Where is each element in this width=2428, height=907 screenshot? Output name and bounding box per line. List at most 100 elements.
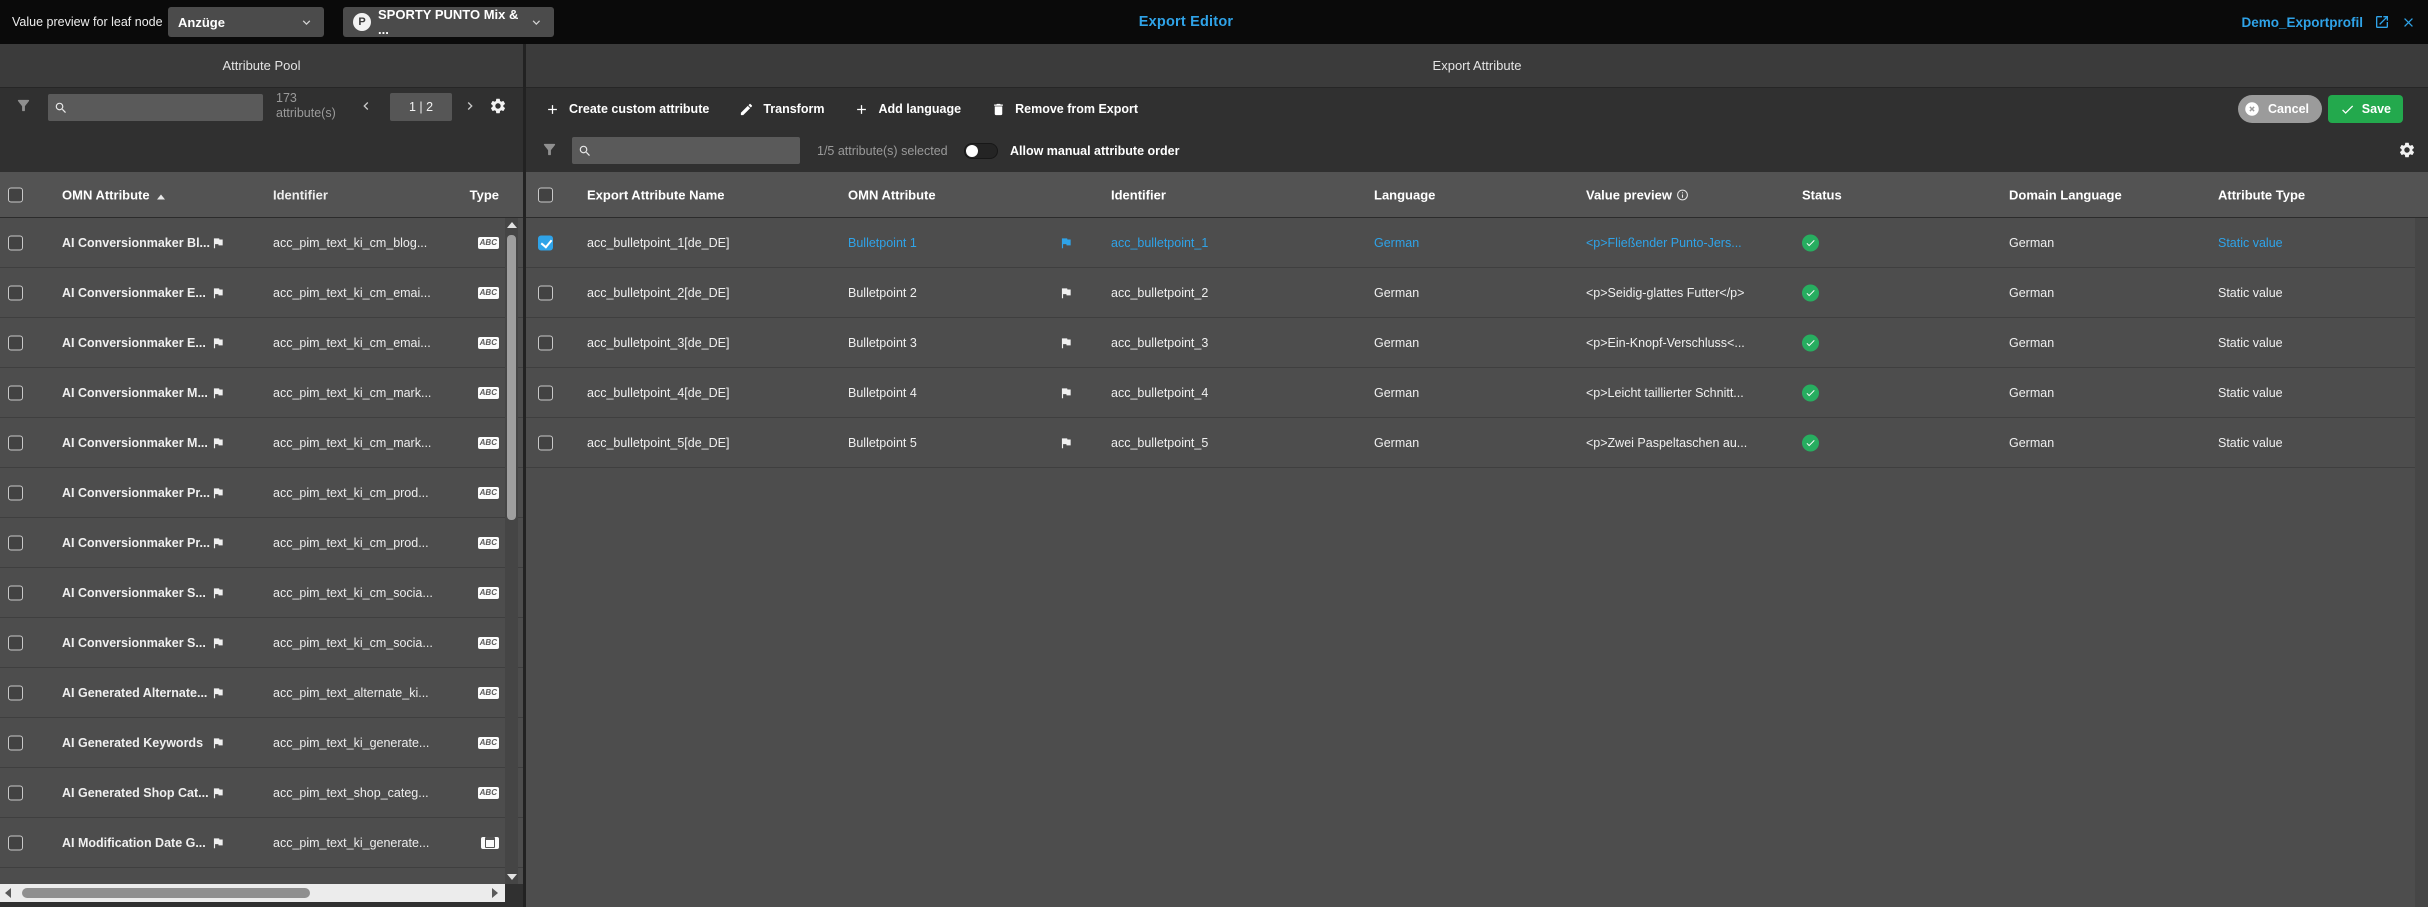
cancel-button[interactable]: Cancel (2238, 95, 2322, 123)
column-type[interactable]: Type (470, 187, 499, 202)
column-domain-language[interactable]: Domain Language (2009, 187, 2122, 202)
page-next-icon[interactable] (462, 98, 478, 114)
column-identifier[interactable]: Identifier (1111, 187, 1166, 202)
row-checkbox[interactable] (8, 285, 23, 300)
gear-icon[interactable] (489, 97, 507, 115)
column-status[interactable]: Status (1802, 187, 1842, 202)
manual-order-toggle[interactable] (964, 143, 998, 159)
export-attribute-row[interactable]: acc_bulletpoint_5[de_DE] Bulletpoint 5 a… (526, 418, 2428, 468)
scroll-right-icon[interactable] (492, 888, 498, 898)
export-attribute-row[interactable]: acc_bulletpoint_1[de_DE] Bulletpoint 1 a… (526, 218, 2428, 268)
column-value-preview[interactable]: Value preview (1586, 187, 1689, 202)
row-checkbox[interactable] (8, 385, 23, 400)
plus-icon (545, 102, 560, 117)
add-language-button[interactable]: Add language (854, 102, 961, 117)
horizontal-scrollbar[interactable] (0, 884, 505, 902)
attribute-pool-row[interactable]: AI Conversionmaker Pr... acc_pim_text_ki… (0, 518, 523, 568)
row-checkbox[interactable] (8, 835, 23, 850)
row-checkbox[interactable] (8, 585, 23, 600)
filter-icon[interactable] (15, 97, 32, 114)
language-value: German (1374, 236, 1419, 250)
scroll-up-icon[interactable] (507, 222, 517, 228)
row-checkbox[interactable] (538, 335, 553, 350)
column-language[interactable]: Language (1374, 187, 1435, 202)
transform-button[interactable]: Transform (739, 102, 824, 117)
attribute-identifier: acc_pim_text_ki_generate... (273, 836, 429, 850)
row-checkbox[interactable] (8, 235, 23, 250)
product-badge-icon: P (353, 13, 371, 31)
omn-attribute-name: AI Conversionmaker S... (62, 586, 206, 600)
row-checkbox[interactable] (8, 785, 23, 800)
vertical-scrollbar-track[interactable] (2415, 218, 2428, 907)
attribute-pool-row[interactable]: AI Conversionmaker E... acc_pim_text_ki_… (0, 268, 523, 318)
attribute-pool-row[interactable]: AI Span Generated Alt... acc_pim_text_al… (0, 868, 523, 884)
open-external-icon[interactable] (2374, 14, 2390, 30)
scrollbar-thumb[interactable] (22, 888, 310, 898)
export-attribute-row[interactable]: acc_bulletpoint_2[de_DE] Bulletpoint 2 a… (526, 268, 2428, 318)
check-icon (2340, 102, 2355, 117)
attribute-pool-row[interactable]: AI Modification Date G... acc_pim_text_k… (0, 818, 523, 868)
scroll-down-icon[interactable] (507, 874, 517, 880)
attribute-pool-row[interactable]: AI Generated Alternate... acc_pim_text_a… (0, 668, 523, 718)
omn-attribute-name: AI Conversionmaker Bl... (62, 236, 210, 250)
row-checkbox[interactable] (8, 485, 23, 500)
omn-attribute-name: AI Generated Keywords (62, 736, 203, 750)
chevron-down-icon (299, 15, 314, 30)
trash-icon (991, 102, 1006, 117)
attribute-identifier: acc_pim_text_ki_cm_socia... (273, 636, 433, 650)
save-button[interactable]: Save (2328, 95, 2403, 123)
search-input[interactable] (73, 101, 257, 115)
gear-icon[interactable] (2398, 141, 2416, 159)
search-input[interactable] (597, 144, 794, 158)
row-checkbox[interactable] (538, 235, 553, 250)
export-search[interactable] (572, 137, 800, 164)
omn-attribute-name: AI Conversionmaker E... (62, 286, 206, 300)
leaf-node-dropdown[interactable]: Anzüge (168, 7, 324, 37)
create-custom-attribute-button[interactable]: Create custom attribute (545, 102, 709, 117)
column-identifier[interactable]: Identifier (273, 187, 328, 202)
attribute-pool-row[interactable]: AI Conversionmaker Pr... acc_pim_text_ki… (0, 468, 523, 518)
row-checkbox[interactable] (8, 535, 23, 550)
select-all-checkbox[interactable] (8, 187, 23, 202)
omn-attribute-name: Bulletpoint 1 (848, 236, 917, 250)
attribute-pool-row[interactable]: AI Conversionmaker S... acc_pim_text_ki_… (0, 568, 523, 618)
row-checkbox[interactable] (8, 635, 23, 650)
attribute-pool-search[interactable] (48, 94, 263, 121)
row-checkbox[interactable] (8, 735, 23, 750)
filter-icon[interactable] (541, 141, 558, 158)
attribute-pool-row[interactable]: AI Generated Shop Cat... acc_pim_text_sh… (0, 768, 523, 818)
row-checkbox[interactable] (8, 435, 23, 450)
close-icon[interactable] (2401, 15, 2416, 30)
page-indicator[interactable]: 1 | 2 (390, 93, 452, 121)
row-checkbox[interactable] (538, 385, 553, 400)
column-omn-attribute[interactable]: OMN Attribute (848, 187, 936, 202)
page-title: Export Editor (1139, 14, 1233, 30)
attribute-pool-row[interactable]: AI Conversionmaker M... acc_pim_text_ki_… (0, 368, 523, 418)
vertical-scrollbar[interactable] (505, 218, 518, 884)
domain-language-value: German (2009, 386, 2054, 400)
info-icon[interactable] (1676, 188, 1689, 201)
attribute-identifier: acc_pim_text_ki_cm_blog... (273, 236, 427, 250)
attribute-pool-row[interactable]: AI Generated Keywords acc_pim_text_ki_ge… (0, 718, 523, 768)
attribute-pool-row[interactable]: AI Conversionmaker S... acc_pim_text_ki_… (0, 618, 523, 668)
attribute-pool-row[interactable]: AI Conversionmaker Bl... acc_pim_text_ki… (0, 218, 523, 268)
column-export-attribute-name[interactable]: Export Attribute Name (587, 187, 724, 202)
status-ok-icon (1802, 384, 1819, 401)
attribute-pool-row[interactable]: AI Conversionmaker M... acc_pim_text_ki_… (0, 418, 523, 468)
column-attribute-type[interactable]: Attribute Type (2218, 187, 2305, 202)
product-dropdown[interactable]: P SPORTY PUNTO Mix & ... (343, 7, 554, 37)
scroll-left-icon[interactable] (5, 888, 11, 898)
scrollbar-thumb[interactable] (507, 235, 516, 520)
select-all-checkbox[interactable] (538, 187, 553, 202)
row-checkbox[interactable] (8, 335, 23, 350)
export-attribute-row[interactable]: acc_bulletpoint_3[de_DE] Bulletpoint 3 a… (526, 318, 2428, 368)
type-icon: ABC (478, 337, 499, 349)
export-attribute-row[interactable]: acc_bulletpoint_4[de_DE] Bulletpoint 4 a… (526, 368, 2428, 418)
column-omn-attribute[interactable]: OMN Attribute (62, 187, 165, 202)
row-checkbox[interactable] (538, 285, 553, 300)
row-checkbox[interactable] (538, 435, 553, 450)
row-checkbox[interactable] (8, 685, 23, 700)
page-previous-icon[interactable] (358, 98, 374, 114)
attribute-pool-row[interactable]: AI Conversionmaker E... acc_pim_text_ki_… (0, 318, 523, 368)
remove-from-export-button[interactable]: Remove from Export (991, 102, 1138, 117)
